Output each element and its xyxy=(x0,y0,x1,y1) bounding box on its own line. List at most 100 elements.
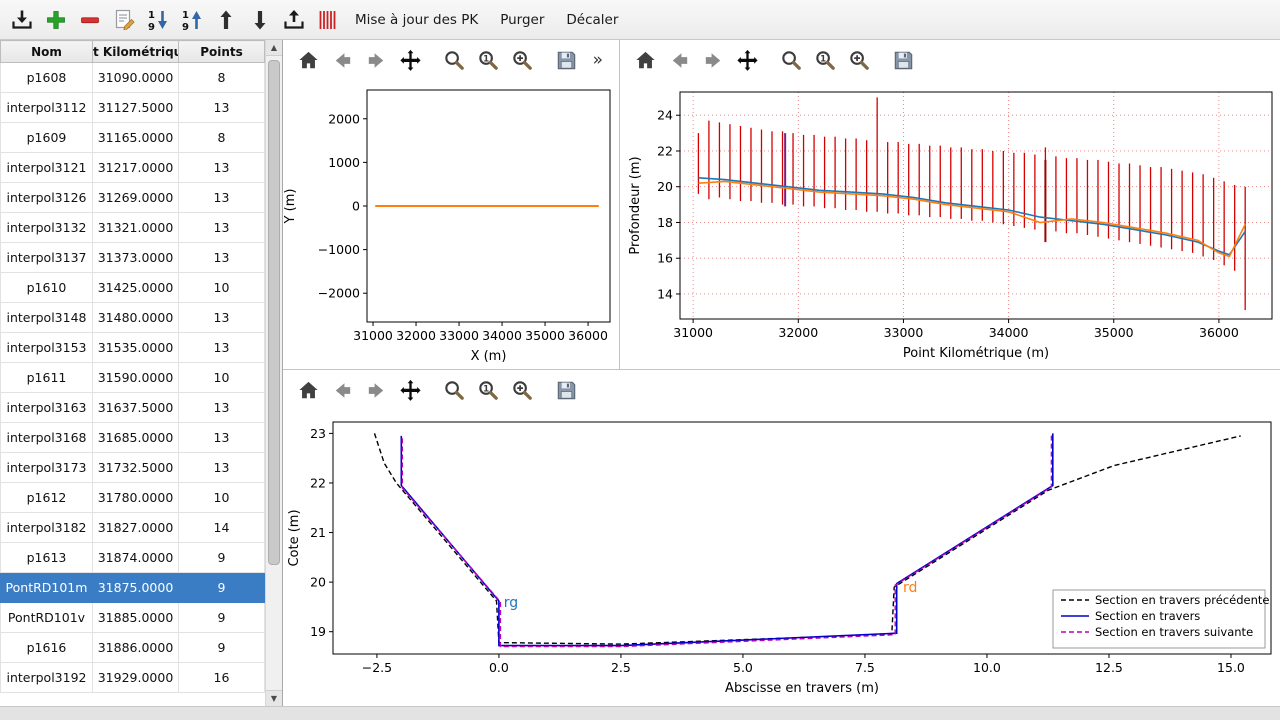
zoom-plus-button[interactable] xyxy=(509,377,535,403)
pan-button[interactable] xyxy=(397,47,423,73)
cell-points: 8 xyxy=(179,63,265,93)
save-figure-button[interactable] xyxy=(553,47,579,73)
home-button[interactable] xyxy=(295,377,321,403)
table-row[interactable]: interpol313731373.000013 xyxy=(1,243,265,273)
table-row[interactable]: p161631886.00009 xyxy=(1,633,265,663)
column-header-nom[interactable]: Nom xyxy=(1,41,93,63)
table-row[interactable]: p161031425.000010 xyxy=(1,273,265,303)
plots-area: 1 » 3100032000330003400035000360002000100… xyxy=(283,40,1280,706)
column-header-pk[interactable]: t Kilométriqu xyxy=(93,41,179,63)
add-profile-button[interactable] xyxy=(40,4,72,36)
svg-text:1: 1 xyxy=(820,54,826,64)
scroll-up-button[interactable]: ▲ xyxy=(266,40,282,56)
scroll-down-button[interactable]: ▼ xyxy=(266,690,282,706)
back-button[interactable] xyxy=(666,47,692,73)
toolbar-overflow-button[interactable]: » xyxy=(593,50,603,70)
zoom-button[interactable] xyxy=(778,47,804,73)
zoom-button[interactable] xyxy=(441,377,467,403)
svg-text:36000: 36000 xyxy=(568,328,608,343)
cell-nom: interpol3153 xyxy=(1,333,93,363)
table-row[interactable]: interpol312631269.000013 xyxy=(1,183,265,213)
export-button[interactable] xyxy=(278,4,310,36)
svg-text:20: 20 xyxy=(657,179,673,194)
table-row[interactable]: p160831090.00008 xyxy=(1,63,265,93)
zoom-button[interactable] xyxy=(441,47,467,73)
table-row[interactable]: p161231780.000010 xyxy=(1,483,265,513)
svg-text:20: 20 xyxy=(310,575,326,590)
table-row[interactable]: interpol314831480.000013 xyxy=(1,303,265,333)
table-row[interactable]: interpol316331637.500013 xyxy=(1,393,265,423)
back-button[interactable] xyxy=(329,47,355,73)
back-button[interactable] xyxy=(329,377,355,403)
sort-ascending-button[interactable]: 19 xyxy=(176,4,208,36)
cell-nom: interpol3192 xyxy=(1,663,93,693)
home-icon xyxy=(296,48,321,73)
svg-text:1: 1 xyxy=(483,54,489,64)
cross-section-chart[interactable]: −2.50.02.55.07.510.012.515.01920212223Ab… xyxy=(283,410,1280,706)
cell-nom: p1616 xyxy=(1,633,93,663)
home-button[interactable] xyxy=(632,47,658,73)
depth-profile-chart[interactable]: 3100032000330003400035000360001416182022… xyxy=(620,80,1280,369)
table-row[interactable]: interpol313231321.000013 xyxy=(1,213,265,243)
annotation-rd: rd xyxy=(903,580,917,596)
move-up-button[interactable] xyxy=(210,4,242,36)
svg-text:−1000: −1000 xyxy=(318,242,360,257)
purge-button[interactable]: Purger xyxy=(489,7,555,33)
svg-text:33000: 33000 xyxy=(884,325,924,340)
sort-descending-button[interactable]: 19 xyxy=(142,4,174,36)
profiles-table-area: Nomt KilométriquPoints p160831090.00008i… xyxy=(0,40,265,706)
pan-button[interactable] xyxy=(397,377,423,403)
shift-button[interactable]: Décaler xyxy=(555,7,629,33)
forward-button[interactable] xyxy=(700,47,726,73)
table-row[interactable]: interpol316831685.000013 xyxy=(1,423,265,453)
zoom-one-button[interactable]: 1 xyxy=(812,47,838,73)
cell-pk: 31590.0000 xyxy=(93,363,179,393)
plan-view-plot: 310003200033000340003500036000200010000−… xyxy=(283,80,619,373)
table-row[interactable]: interpol318231827.000014 xyxy=(1,513,265,543)
table-row[interactable]: interpol319231929.000016 xyxy=(1,663,265,693)
table-row[interactable]: p161131590.000010 xyxy=(1,363,265,393)
zoom-plus-button[interactable] xyxy=(509,47,535,73)
cell-points: 13 xyxy=(179,243,265,273)
forward-button[interactable] xyxy=(363,377,389,403)
plan-view-chart[interactable]: 310003200033000340003500036000200010000−… xyxy=(283,80,619,369)
table-row[interactable]: interpol317331732.500013 xyxy=(1,453,265,483)
y-axis-label: Cote (m) xyxy=(287,509,302,566)
cross-section-panel: 1 −2.50.02.55.07.510.012.515.01920212223… xyxy=(283,370,1280,710)
move-down-button[interactable] xyxy=(244,4,276,36)
y-axis-label: Profondeur (m) xyxy=(628,156,643,254)
table-row[interactable]: p160931165.00008 xyxy=(1,123,265,153)
table-row[interactable]: interpol315331535.000013 xyxy=(1,333,265,363)
sections-button[interactable] xyxy=(312,4,344,36)
edit-profile-button[interactable] xyxy=(108,4,140,36)
pan-icon xyxy=(398,48,423,73)
import-button[interactable] xyxy=(6,4,38,36)
update-pk-button[interactable]: Mise à jour des PK xyxy=(344,7,489,33)
table-row[interactable]: interpol311231127.500013 xyxy=(1,93,265,123)
cross-section-plot: −2.50.02.55.07.510.012.515.01920212223Ab… xyxy=(283,410,1280,710)
table-scrollbar[interactable]: ▲ ▼ xyxy=(265,40,282,706)
cell-nom: interpol3173 xyxy=(1,453,93,483)
svg-text:34000: 34000 xyxy=(989,325,1029,340)
table-row[interactable]: PontRD101m31875.00009 xyxy=(1,573,265,603)
save-figure-button[interactable] xyxy=(553,377,579,403)
home-button[interactable] xyxy=(295,47,321,73)
save-figure-button[interactable] xyxy=(890,47,916,73)
zoom-one-button[interactable]: 1 xyxy=(475,47,501,73)
scrollbar-thumb[interactable] xyxy=(268,60,280,565)
pan-button[interactable] xyxy=(734,47,760,73)
table-row[interactable]: p161331874.00009 xyxy=(1,543,265,573)
cell-pk: 31269.0000 xyxy=(93,183,179,213)
cell-nom: interpol3126 xyxy=(1,183,93,213)
cell-pk: 31321.0000 xyxy=(93,213,179,243)
remove-profile-button[interactable] xyxy=(74,4,106,36)
cell-points: 9 xyxy=(179,573,265,603)
zoom-plus-button[interactable] xyxy=(846,47,872,73)
plan-view-panel: 1 » 3100032000330003400035000360002000100… xyxy=(283,40,620,369)
forward-button[interactable] xyxy=(363,47,389,73)
column-header-points[interactable]: Points xyxy=(179,41,265,63)
cell-points: 8 xyxy=(179,123,265,153)
table-row[interactable]: PontRD101v31885.00009 xyxy=(1,603,265,633)
table-row[interactable]: interpol312131217.000013 xyxy=(1,153,265,183)
zoom-one-button[interactable]: 1 xyxy=(475,377,501,403)
